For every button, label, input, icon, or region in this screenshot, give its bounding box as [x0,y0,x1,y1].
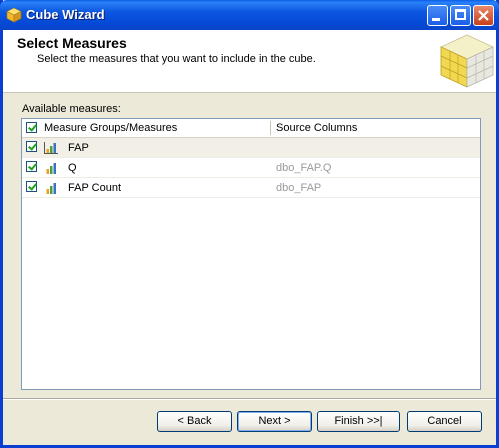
measure-icon [46,163,56,174]
back-button[interactable]: < Back [157,411,232,432]
window-title: Cube Wizard [26,7,105,22]
button-divider [3,398,496,400]
column-header-source[interactable]: Source Columns [276,122,357,134]
minimize-icon [432,18,440,21]
maximize-icon [455,9,466,20]
cube-graphic-icon [440,34,494,88]
source-column: dbo_FAP [276,182,322,194]
measure-icon [46,183,56,194]
measure-name: Q [68,162,77,174]
list-header: Measure Groups/Measures Source Columns [22,119,480,138]
title-bar[interactable]: Cube Wizard [0,0,499,30]
wizard-header: Select Measures Select the measures that… [3,30,496,93]
measure-name: FAP Count [68,182,121,194]
measures-list[interactable]: Measure Groups/Measures Source Columns F… [21,118,481,390]
page-subtitle: Select the measures that you want to inc… [37,53,316,65]
measure-name: FAP [68,142,89,154]
maximize-button[interactable] [450,5,471,26]
next-button[interactable]: Next > [237,411,312,432]
page-title: Select Measures [17,35,127,51]
cube-wizard-window: Cube Wizard Select Measures Select the m… [0,0,499,448]
cancel-button[interactable]: Cancel [407,411,482,432]
close-button[interactable] [473,5,494,26]
measure-group-icon [44,142,58,154]
column-header-measures[interactable]: Measure Groups/Measures [44,122,177,134]
row-checkbox[interactable] [26,181,37,192]
cube-app-icon [6,7,22,23]
row-checkbox[interactable] [26,161,37,172]
source-column: dbo_FAP.Q [276,162,332,174]
select-all-checkbox[interactable] [26,122,37,133]
measure-row[interactable]: Q dbo_FAP.Q [22,158,480,178]
measure-row[interactable]: FAP Count dbo_FAP [22,178,480,198]
finish-button[interactable]: Finish >>| [317,411,400,432]
measure-group-row[interactable]: FAP [22,138,480,158]
column-divider[interactable] [270,121,271,135]
close-icon [478,10,489,21]
row-checkbox[interactable] [26,141,37,152]
minimize-button[interactable] [427,5,448,26]
available-measures-label: Available measures: [22,103,121,115]
